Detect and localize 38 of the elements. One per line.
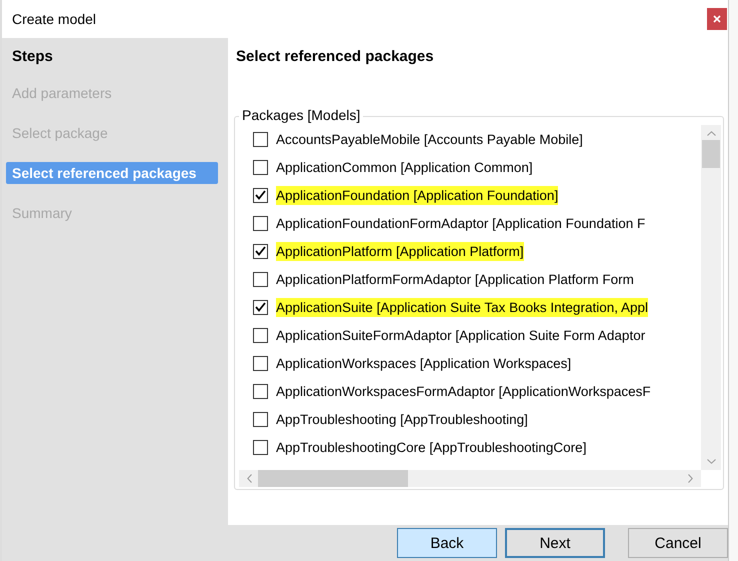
checkbox[interactable] [253,356,268,370]
dialog-button[interactable]: Next [505,528,605,558]
vertical-scrollbar[interactable] [701,125,721,470]
window-title: Create model [12,11,96,27]
checkbox[interactable] [253,328,268,342]
close-icon [713,15,721,23]
checkbox[interactable] [253,440,268,454]
checkbox[interactable] [253,188,268,202]
group-label: Packages [Models] [239,107,364,123]
package-label: ApplicationCommon [Application Common] [276,158,533,176]
step-item[interactable]: Select referenced packages [6,162,218,184]
dialog-button[interactable]: Back [397,528,497,558]
page-title: Select referenced packages [235,48,435,67]
checkbox[interactable] [253,300,268,314]
package-label: ApplicationSuiteFormAdaptor [Application Suite Form Adaptor [276,326,646,344]
package-label: ApplicationSuite [Application Suite Tax Books Integration, Appl [276,298,648,316]
horizontal-scrollbar[interactable] [239,470,701,487]
scrollbar-thumb[interactable] [258,470,408,487]
checkbox[interactable] [253,272,268,286]
checkbox[interactable] [253,412,268,426]
dialog-button[interactable]: Cancel [628,528,728,558]
package-label: AppTroubleshooting [AppTroubleshooting] [276,410,528,428]
package-label: ApplicationFoundation [Application Foundation] [276,186,558,204]
package-label: ApplicationFoundationFormAdaptor [Application Foundation F [276,214,646,232]
close-button[interactable] [707,8,727,30]
checkbox[interactable] [253,244,268,258]
package-label: ApplicationWorkspaces [Application Workspaces] [276,354,572,372]
package-label: ApplicationWorkspacesFormAdaptor [ApplicationWorkspacesF [276,382,651,400]
package-label: ApplicationPlatform [Application Platform] [276,242,524,260]
checkbox[interactable] [253,384,268,398]
scrollbar-thumb[interactable] [702,140,720,168]
checkbox[interactable] [253,160,268,174]
package-label: AccountsPayableMobile [Accounts Payable Mobile] [276,130,583,148]
steps-title: Steps [11,48,54,67]
package-label: ApplicationPlatformFormAdaptor [Application Platform Form [276,270,634,288]
checkbox[interactable] [253,132,268,146]
package-label: AppTroubleshootingCore [AppTroubleshootingCore] [276,438,586,456]
checkbox[interactable] [253,216,268,230]
